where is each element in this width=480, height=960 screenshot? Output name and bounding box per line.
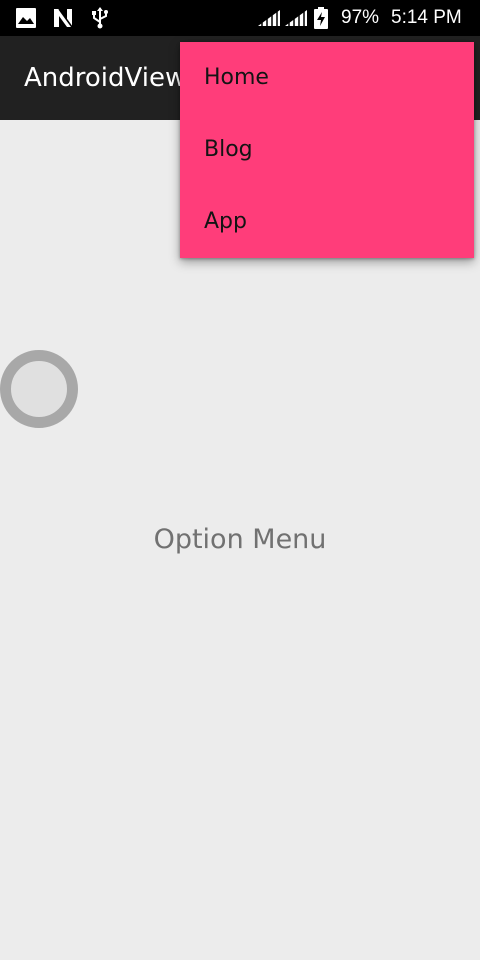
menu-item-home[interactable]: Home: [180, 42, 474, 114]
signal-icon: [285, 10, 307, 26]
n-icon: [54, 8, 73, 28]
menu-item-label: Blog: [204, 137, 253, 162]
image-icon: [16, 8, 36, 28]
usb-icon: [92, 7, 108, 29]
menu-item-app[interactable]: App: [180, 186, 474, 258]
menu-item-label: Home: [204, 65, 269, 90]
app-title: AndroidView: [24, 63, 187, 93]
assistive-touch-button[interactable]: [0, 350, 78, 428]
menu-item-blog[interactable]: Blog: [180, 114, 474, 186]
battery-charging-icon: [314, 7, 328, 29]
signal-icon: [258, 10, 280, 26]
battery-percent: 97%: [341, 7, 380, 28]
menu-item-label: App: [204, 209, 247, 234]
option-menu-label: Option Menu: [153, 524, 327, 555]
status-bar: 97% 5:14 PM: [0, 0, 480, 36]
overflow-menu: Home Blog App: [180, 42, 474, 258]
status-time: 5:14 PM: [391, 7, 462, 28]
